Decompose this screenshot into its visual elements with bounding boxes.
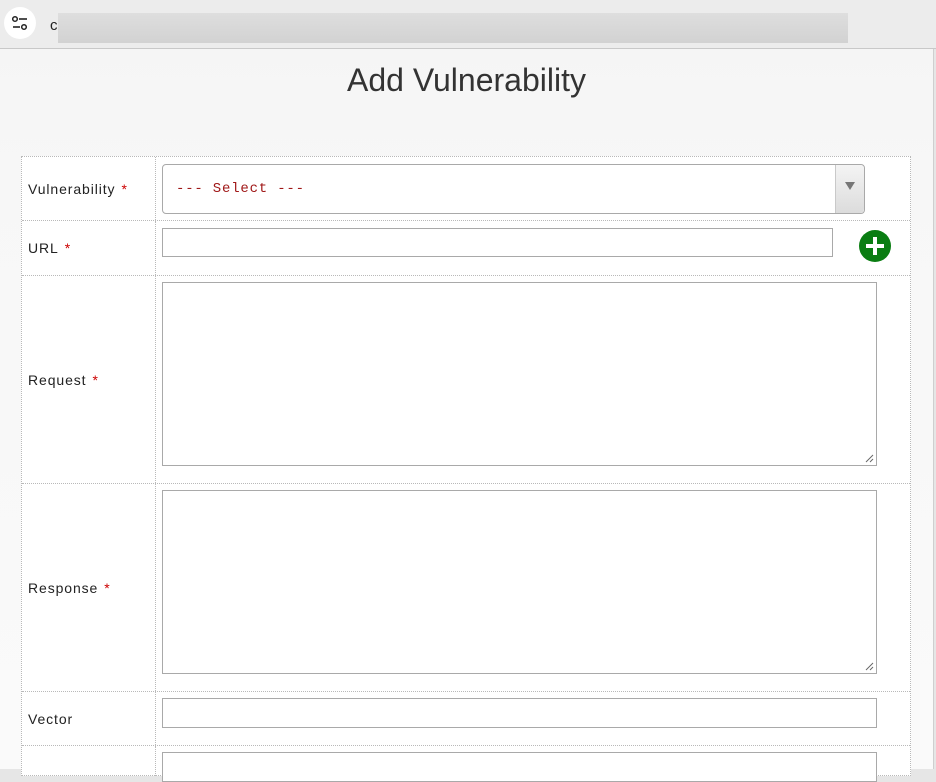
column-divider bbox=[155, 157, 156, 220]
resize-handle[interactable] bbox=[864, 661, 874, 671]
column-divider bbox=[155, 746, 156, 776]
vulnerability-label: Vulnerability * bbox=[28, 181, 128, 197]
required-marker: * bbox=[104, 580, 111, 596]
response-row: Response * bbox=[22, 484, 910, 692]
settings-button[interactable] bbox=[4, 7, 36, 39]
request-textarea[interactable] bbox=[162, 282, 877, 466]
address-bar-text: c bbox=[50, 17, 58, 34]
response-label: Response * bbox=[28, 580, 111, 596]
column-divider bbox=[155, 276, 156, 483]
vector-label: Vector bbox=[28, 711, 74, 727]
page-content: Add Vulnerability Vulnerability * --- Sel… bbox=[0, 49, 934, 782]
url-label: URL * bbox=[28, 240, 72, 256]
request-label: Request * bbox=[28, 372, 99, 388]
vector-input[interactable] bbox=[162, 698, 877, 728]
next-input[interactable] bbox=[162, 752, 877, 782]
url-row: URL * bbox=[22, 221, 910, 276]
resize-handle[interactable] bbox=[864, 453, 874, 463]
request-row: Request * bbox=[22, 276, 910, 484]
add-vulnerability-form: Vulnerability * --- Select --- URL * Reque… bbox=[21, 156, 911, 782]
response-textarea[interactable] bbox=[162, 490, 877, 674]
select-dropdown-button[interactable] bbox=[835, 165, 864, 213]
chevron-down-icon bbox=[845, 182, 855, 190]
next-row bbox=[22, 746, 910, 782]
vulnerability-select[interactable]: --- Select --- bbox=[162, 164, 865, 214]
vulnerability-row: Vulnerability * --- Select --- bbox=[22, 157, 910, 221]
sliders-icon bbox=[11, 15, 28, 31]
required-marker: * bbox=[64, 240, 72, 256]
page-title: Add Vulnerability bbox=[347, 62, 586, 98]
column-divider bbox=[155, 484, 156, 691]
add-url-button[interactable] bbox=[859, 230, 891, 262]
column-divider bbox=[155, 692, 156, 745]
column-divider bbox=[155, 221, 156, 275]
required-marker: * bbox=[92, 372, 99, 388]
address-bar[interactable] bbox=[58, 13, 848, 43]
url-input[interactable] bbox=[162, 228, 833, 257]
vulnerability-select-value: --- Select --- bbox=[176, 181, 305, 197]
required-marker: * bbox=[121, 181, 128, 197]
browser-toolbar: c bbox=[0, 0, 936, 49]
vector-row: Vector bbox=[22, 692, 910, 746]
